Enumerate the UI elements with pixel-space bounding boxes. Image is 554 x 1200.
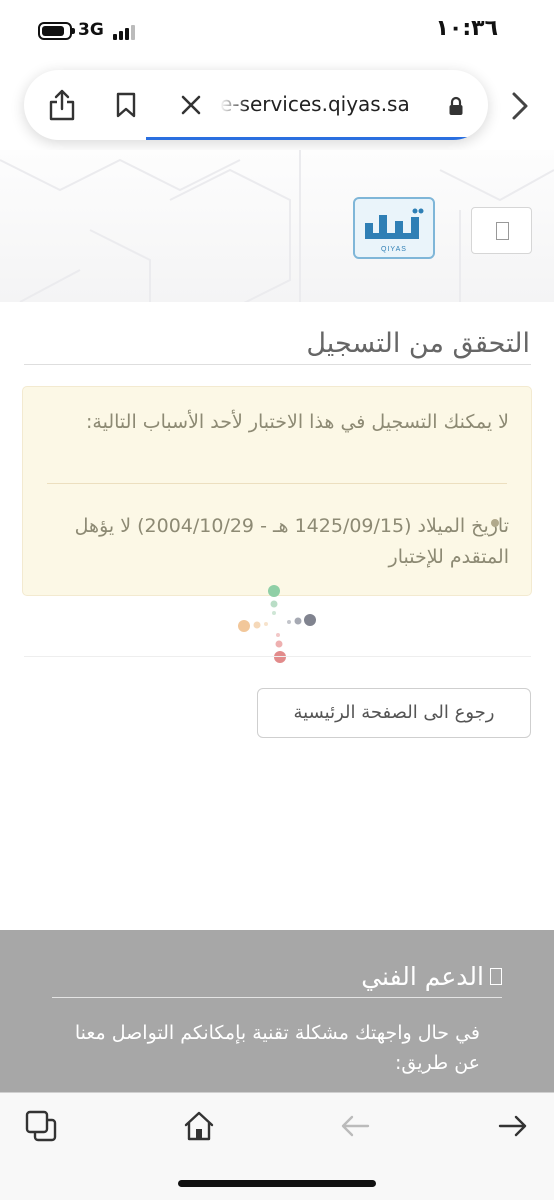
logo-caption: QIYAS — [381, 246, 407, 253]
url-bar[interactable]: e-services.qiyas.sa — [24, 70, 488, 140]
network-type: 3G — [78, 20, 104, 40]
technical-support-section: الدعم الفني في حال واجهتك مشكلة تقنية بإ… — [0, 930, 554, 1092]
menu-icon — [496, 222, 509, 240]
back-arrow-icon[interactable] — [338, 1109, 372, 1143]
support-title-text: الدعم الفني — [361, 962, 484, 991]
page-title: التحقق من التسجيل — [306, 328, 530, 359]
support-text: في حال واجهتك مشكلة تقنية بإمكانكم التوا… — [74, 1022, 480, 1074]
chevron-right-icon[interactable] — [510, 90, 530, 122]
bookmark-icon[interactable] — [115, 92, 137, 118]
status-bar: 3G ١٠:٣٦ — [0, 0, 554, 60]
alert-divider — [47, 483, 507, 484]
home-icon[interactable] — [182, 1109, 216, 1143]
share-icon[interactable] — [48, 88, 76, 122]
content-divider — [24, 656, 531, 657]
alert-message: لا يمكنك التسجيل في هذا الاختبار لأحد ال… — [86, 411, 509, 433]
back-to-home-button[interactable]: رجوع الى الصفحة الرئيسية — [257, 688, 531, 738]
warning-alert: لا يمكنك التسجيل في هذا الاختبار لأحد ال… — [22, 386, 532, 596]
signal-icon — [113, 24, 137, 40]
qiyas-logo[interactable]: QIYAS — [353, 197, 435, 259]
site-header: QIYAS — [0, 150, 554, 302]
url-fade — [220, 88, 248, 122]
support-title: الدعم الفني — [361, 962, 502, 991]
lock-icon — [449, 96, 463, 115]
qiyas-logo-mark — [365, 208, 424, 239]
forward-arrow-icon[interactable] — [496, 1109, 530, 1143]
support-icon — [490, 968, 502, 985]
support-divider — [52, 997, 502, 998]
list-item: تاريخ الميلاد (1425/09/15 هـ - 2004/10/2… — [74, 515, 509, 568]
tabs-icon[interactable] — [24, 1109, 58, 1143]
home-indicator — [178, 1180, 376, 1187]
battery-level — [42, 26, 65, 36]
menu-button[interactable] — [471, 207, 532, 254]
close-icon[interactable] — [180, 94, 202, 116]
status-time: ١٠:٣٦ — [435, 16, 498, 41]
page-load-progress — [146, 137, 471, 140]
url-text[interactable]: e-services.qiyas.sa — [220, 92, 440, 118]
battery-icon — [38, 22, 75, 40]
title-divider — [24, 364, 531, 365]
